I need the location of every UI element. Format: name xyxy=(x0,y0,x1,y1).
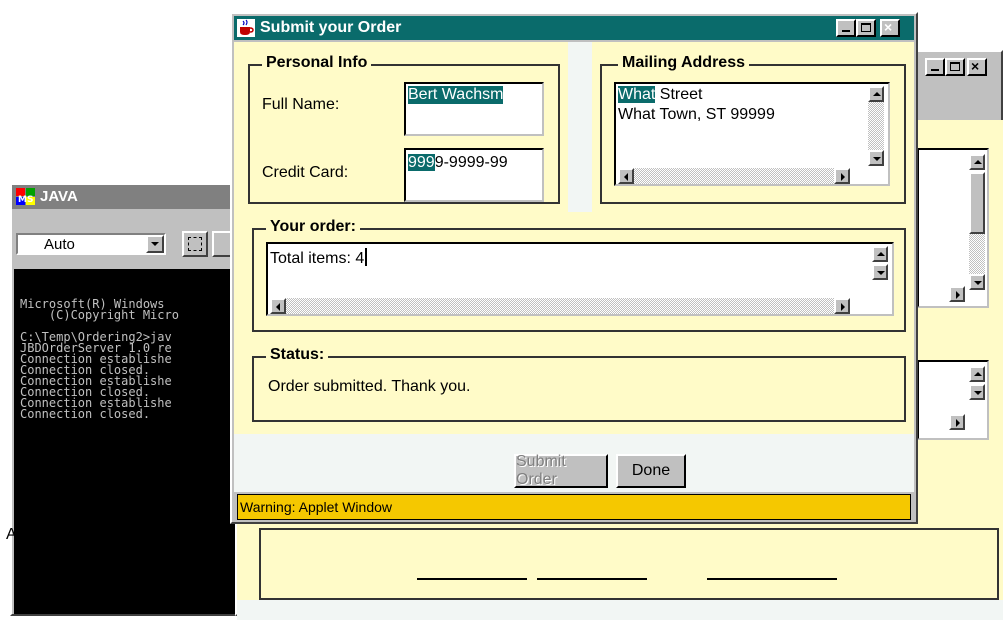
applet-warning-text: Warning: Applet Window xyxy=(240,499,392,515)
mailing-address-panel: Mailing Address What Street What Town, S… xyxy=(600,54,906,204)
console-toolbar: Auto xyxy=(14,229,248,259)
minimize-icon xyxy=(842,30,850,32)
dialog-body: Personal Info Full Name: Bert Wachsm Cre… xyxy=(234,42,914,492)
maximize-icon xyxy=(861,23,871,32)
mark-button[interactable] xyxy=(182,231,208,257)
full-name-value: Bert Wachsm xyxy=(408,86,504,104)
scroll-right-button[interactable] xyxy=(834,168,850,184)
hidden-button[interactable] xyxy=(417,570,527,580)
mark-icon xyxy=(188,237,202,251)
vertical-scroll-track[interactable] xyxy=(868,102,884,150)
full-name-label: Full Name: xyxy=(262,96,340,113)
svg-text:MS: MS xyxy=(18,195,33,205)
minimize-icon xyxy=(931,69,939,71)
credit-card-selected: 999 xyxy=(408,154,435,171)
scroll-right-button[interactable] xyxy=(949,414,965,430)
scroll-thumb[interactable] xyxy=(969,172,985,234)
horizontal-scroll-track[interactable] xyxy=(634,168,834,184)
maximize-button[interactable] xyxy=(856,19,876,37)
applet-warning-bar: Warning: Applet Window xyxy=(237,494,911,520)
scroll-up-button[interactable] xyxy=(969,154,985,170)
minimize-button[interactable] xyxy=(836,19,856,37)
address-line-1-rest: Street xyxy=(655,86,703,103)
your-order-panel: Your order: Total items: 4 xyxy=(252,218,906,332)
font-size-value: Auto xyxy=(44,236,75,253)
done-button[interactable]: Done xyxy=(616,454,686,488)
hidden-list[interactable] xyxy=(917,360,989,440)
scroll-left-button[interactable] xyxy=(618,168,634,184)
credit-card-rest: 9-9999-99 xyxy=(434,154,508,171)
console-output[interactable]: Microsoft(R) Windows (C)Copyright Micro C… xyxy=(14,269,248,614)
order-text: Total items: 4 xyxy=(270,248,368,268)
minimize-button[interactable] xyxy=(925,58,945,76)
scroll-track[interactable] xyxy=(969,234,985,274)
scroll-up-button[interactable] xyxy=(872,246,888,262)
scroll-right-button[interactable] xyxy=(949,286,965,302)
submit-order-dialog: Submit your Order × Personal Info Full N… xyxy=(230,12,918,524)
scroll-down-button[interactable] xyxy=(868,150,884,166)
java-cup-icon xyxy=(237,19,255,37)
close-icon: × xyxy=(884,19,893,35)
status-bar xyxy=(237,600,1003,620)
dialog-titlebar[interactable]: Submit your Order × xyxy=(234,16,914,40)
maximize-button[interactable] xyxy=(945,58,965,76)
status-title: Status: xyxy=(266,346,329,364)
scroll-down-button[interactable] xyxy=(969,384,985,400)
dialog-title: Submit your Order xyxy=(260,19,402,36)
personal-info-title: Personal Info xyxy=(262,54,372,72)
credit-card-text: 9999-9999-99 xyxy=(408,154,508,172)
console-line: Connection closed. xyxy=(20,407,151,421)
console-titlebar[interactable]: MS JAVA xyxy=(12,185,248,209)
personal-info-panel: Personal Info Full Name: Bert Wachsm Cre… xyxy=(248,54,560,204)
status-panel: Status: Order submitted. Thank you. xyxy=(252,346,906,422)
ms-dos-icon: MS xyxy=(16,188,36,206)
panel-gap xyxy=(568,42,592,212)
scroll-right-button[interactable] xyxy=(834,298,850,314)
applet-status-text: Applet started. xyxy=(6,526,110,543)
your-order-title: Your order: xyxy=(266,218,360,236)
credit-card-label: Credit Card: xyxy=(262,164,349,181)
scroll-down-button[interactable] xyxy=(969,274,985,290)
hidden-panel xyxy=(259,528,999,600)
address-line-1-selected: What xyxy=(618,86,656,103)
mailing-address-textarea[interactable]: What Street What Town, ST 99999 xyxy=(614,82,890,186)
order-textarea[interactable]: Total items: 4 xyxy=(266,242,894,316)
console-line: (C)Copyright Micro xyxy=(20,308,179,322)
credit-card-input[interactable]: 9999-9999-99 xyxy=(404,148,544,202)
hidden-button[interactable] xyxy=(537,570,647,580)
horizontal-scroll-track[interactable] xyxy=(286,298,834,314)
maximize-icon xyxy=(950,62,960,71)
scroll-left-button[interactable] xyxy=(270,298,286,314)
close-button[interactable]: × xyxy=(880,19,900,37)
scroll-down-button[interactable] xyxy=(872,264,888,280)
done-label: Done xyxy=(631,462,671,479)
font-size-select[interactable]: Auto xyxy=(16,233,166,255)
status-text: Order submitted. Thank you. xyxy=(268,378,471,395)
close-icon: × xyxy=(971,58,980,74)
close-button[interactable]: × xyxy=(967,58,987,76)
order-text-value: Total items: 4 xyxy=(270,250,365,267)
scroll-up-button[interactable] xyxy=(868,86,884,102)
address-line-2: What Town, ST 99999 xyxy=(618,106,775,123)
full-name-input[interactable]: Bert Wachsm xyxy=(404,82,544,136)
submit-order-button[interactable]: Submit Order xyxy=(514,453,608,488)
chevron-down-icon[interactable] xyxy=(146,235,164,253)
hidden-button[interactable] xyxy=(707,570,837,580)
scroll-up-button[interactable] xyxy=(969,366,985,382)
submit-order-label: Submit Order xyxy=(516,453,566,488)
hidden-textarea[interactable] xyxy=(917,148,989,308)
console-window: MS JAVA Auto Microsoft(R) Windows (C)Cop… xyxy=(10,183,250,616)
text-cursor xyxy=(365,248,368,266)
mailing-address-title: Mailing Address xyxy=(618,54,749,72)
console-title: JAVA xyxy=(40,188,78,205)
address-line-1: What Street xyxy=(618,86,702,104)
